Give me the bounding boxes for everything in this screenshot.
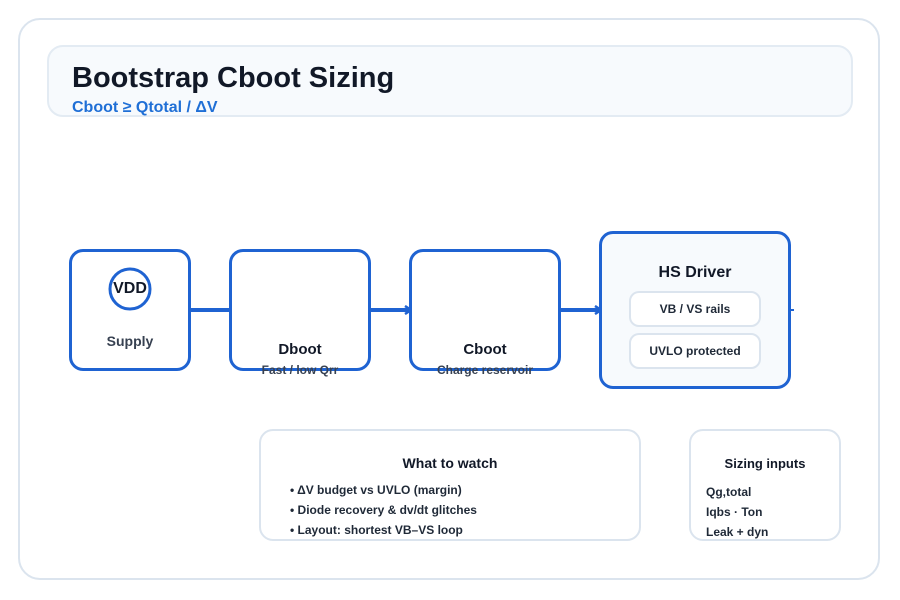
uvlo-protected-pill: UVLO protected [629,333,761,369]
sizing-input-item: Leak + dyn [706,525,769,539]
watch-item: • ΔV budget vs UVLO (margin) [290,483,462,497]
dboot-sublabel: Fast / low Qrr [261,363,339,377]
watch-item: • Layout: shortest VB–VS loop [290,523,463,537]
vb-vs-rails-pill: VB / VS rails [629,291,761,327]
what-to-watch-title: What to watch [402,455,498,471]
sizing-input-item: Qg,total [706,485,752,499]
sizing-input-item: Iqbs · Ton [706,505,763,519]
watch-item: • Diode recovery & dv/dt glitches [290,503,477,517]
dboot-label: Dboot [278,341,322,358]
cboot-sublabel: Charge reservoir [436,363,534,377]
sizing-inputs-title: Sizing inputs [724,456,806,471]
cboot-label: Cboot [463,341,507,358]
vdd-symbol-label: VDD [113,280,147,297]
supply-label: Supply [106,333,154,349]
hs-driver-label: HS Driver [658,264,732,281]
